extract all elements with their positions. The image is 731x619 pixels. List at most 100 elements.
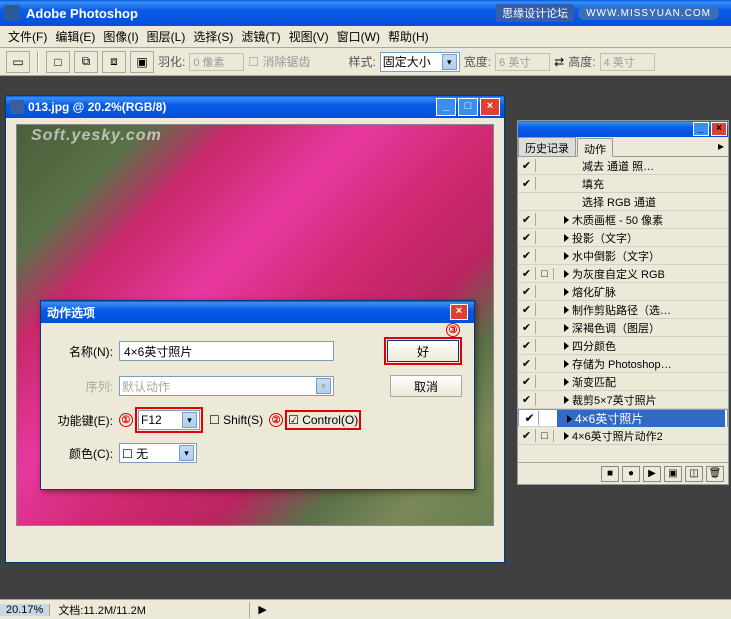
dialog-close-button[interactable]: ×	[450, 304, 468, 320]
action-item[interactable]: ✔填充	[518, 175, 728, 193]
action-toggle-check[interactable]: ✔	[518, 321, 536, 334]
feather-label: 羽化:	[158, 53, 185, 70]
menu-window[interactable]: 窗口(W)	[333, 28, 384, 45]
action-item[interactable]: ✔深褐色调（图层）	[518, 319, 728, 337]
record-button[interactable]: ●	[622, 466, 640, 482]
action-item[interactable]: 选择 RGB 通道	[518, 193, 728, 211]
action-label: 减去 通道 照…	[582, 161, 654, 173]
panel-close-button[interactable]: ×	[711, 122, 727, 136]
menu-image[interactable]: 图像(I)	[99, 28, 142, 45]
action-dialog-toggle[interactable]: □	[536, 430, 554, 442]
fkey-select[interactable]: F12▾	[138, 410, 200, 430]
style-select[interactable]: 固定大小▾	[380, 52, 460, 72]
action-toggle-check[interactable]: ✔	[518, 267, 536, 280]
selection-add-icon[interactable]: ⧉	[74, 51, 98, 73]
doc-minimize-button[interactable]: _	[436, 98, 456, 116]
action-item[interactable]: ✔4×6英寸照片	[518, 409, 728, 427]
document-titlebar[interactable]: 013.jpg @ 20.2%(RGB/8) _ □ ×	[6, 96, 504, 118]
tab-history[interactable]: 历史记录	[518, 137, 576, 156]
action-item[interactable]: ✔木质画框 - 50 像素	[518, 211, 728, 229]
action-item[interactable]: ✔制作剪贴路径（选…	[518, 301, 728, 319]
doc-close-button[interactable]: ×	[480, 98, 500, 116]
action-item[interactable]: ✔水中倒影（文字）	[518, 247, 728, 265]
panel-minimize-button[interactable]: _	[693, 122, 709, 136]
tab-actions[interactable]: 动作	[577, 138, 613, 157]
action-toggle-check[interactable]: ✔	[518, 429, 536, 442]
action-toggle-check[interactable]: ✔	[518, 303, 536, 316]
action-toggle-check[interactable]: ✔	[521, 411, 539, 425]
action-item[interactable]: ✔渐变匹配	[518, 373, 728, 391]
expand-icon[interactable]	[564, 378, 569, 386]
color-select[interactable]: ☐ 无▾	[119, 443, 197, 463]
ok-button[interactable]: 好	[387, 340, 459, 362]
menu-help[interactable]: 帮助(H)	[384, 28, 433, 45]
action-toggle-check[interactable]: ✔	[518, 393, 536, 406]
expand-icon[interactable]	[564, 432, 569, 440]
menu-layer[interactable]: 图层(L)	[143, 28, 190, 45]
doc-maximize-button[interactable]: □	[458, 98, 478, 116]
app-titlebar: Adobe Photoshop 思缘设计论坛 WWW.MISSYUAN.COM	[0, 0, 731, 26]
selection-new-icon[interactable]: □	[46, 51, 70, 73]
menu-bar: 文件(F) 编辑(E) 图像(I) 图层(L) 选择(S) 滤镜(T) 视图(V…	[0, 26, 731, 48]
menu-edit[interactable]: 编辑(E)	[51, 28, 99, 45]
expand-icon[interactable]	[564, 306, 569, 314]
action-toggle-check[interactable]: ✔	[518, 213, 536, 226]
swap-icon[interactable]: ⇄	[554, 55, 564, 69]
expand-icon[interactable]	[564, 252, 569, 260]
action-item[interactable]: ✔四分颜色	[518, 337, 728, 355]
action-dialog-toggle[interactable]: □	[536, 268, 554, 280]
action-toggle-check[interactable]: ✔	[518, 231, 536, 244]
height-input[interactable]	[600, 53, 655, 71]
dialog-titlebar[interactable]: 动作选项 ×	[41, 301, 474, 323]
action-toggle-check[interactable]: ✔	[518, 249, 536, 262]
fkey-label: 功能键(E):	[53, 412, 113, 429]
action-toggle-check[interactable]: ✔	[518, 285, 536, 298]
expand-icon[interactable]	[564, 288, 569, 296]
expand-icon[interactable]	[567, 415, 572, 423]
new-set-button[interactable]: ▣	[664, 466, 682, 482]
action-item[interactable]: ✔□4×6英寸照片动作2	[518, 427, 728, 445]
action-toggle-check[interactable]: ✔	[518, 177, 536, 190]
actions-list[interactable]: ✔ 减去 通道 照… ✔填充选择 RGB 通道✔木质画框 - 50 像素✔投影（文字…	[518, 157, 728, 462]
action-item[interactable]: ✔投影（文字）	[518, 229, 728, 247]
menu-filter[interactable]: 滤镜(T)	[237, 28, 284, 45]
zoom-percent[interactable]: 20.17%	[0, 604, 50, 616]
menu-view[interactable]: 视图(V)	[285, 28, 333, 45]
stop-button[interactable]: ■	[601, 466, 619, 482]
expand-icon[interactable]	[564, 342, 569, 350]
trash-button[interactable]: 🗑	[706, 466, 724, 482]
shift-checkbox[interactable]: ☐ Shift(S)	[209, 413, 263, 427]
action-label: 裁剪5×7英寸照片	[572, 395, 657, 407]
action-toggle-check[interactable]: ✔	[518, 159, 536, 172]
play-button[interactable]: ▶	[643, 466, 661, 482]
expand-icon[interactable]	[564, 360, 569, 368]
expand-icon[interactable]	[564, 324, 569, 332]
action-item[interactable]: ✔ 裁剪5×7英寸照片	[518, 391, 728, 409]
expand-icon[interactable]	[564, 216, 569, 224]
action-toggle-check[interactable]: ✔	[518, 375, 536, 388]
feather-input[interactable]	[189, 53, 244, 71]
action-item[interactable]: ✔存储为 Photoshop…	[518, 355, 728, 373]
expand-icon[interactable]	[564, 270, 569, 278]
selection-intersect-icon[interactable]: ▣	[130, 51, 154, 73]
menu-file[interactable]: 文件(F)	[4, 28, 51, 45]
panel-titlebar[interactable]: _ ×	[518, 121, 728, 137]
action-item[interactable]: ✔□为灰度自定义 RGB	[518, 265, 728, 283]
ctrl-checkbox[interactable]: ☑ Control(O)	[288, 413, 358, 427]
options-bar: ▭ □ ⧉ ⧈ ▣ 羽化: ☐ 消除锯齿 样式: 固定大小▾ 宽度: ⇄ 高度:	[0, 48, 731, 76]
name-input[interactable]	[119, 341, 334, 361]
action-toggle-check[interactable]: ✔	[518, 357, 536, 370]
new-action-button[interactable]: ◫	[685, 466, 703, 482]
cancel-button[interactable]: 取消	[390, 375, 462, 397]
action-item[interactable]: ✔熔化矿脉	[518, 283, 728, 301]
width-input[interactable]	[495, 53, 550, 71]
action-item[interactable]: ✔ 减去 通道 照…	[518, 157, 728, 175]
action-toggle-check[interactable]: ✔	[518, 339, 536, 352]
expand-icon[interactable]	[564, 234, 569, 242]
panel-menu-icon[interactable]: ▸	[714, 137, 728, 156]
status-play-icon[interactable]: ▶	[250, 603, 274, 616]
expand-icon[interactable]	[564, 396, 569, 404]
marquee-tool-icon[interactable]: ▭	[6, 51, 30, 73]
selection-subtract-icon[interactable]: ⧈	[102, 51, 126, 73]
menu-select[interactable]: 选择(S)	[189, 28, 237, 45]
